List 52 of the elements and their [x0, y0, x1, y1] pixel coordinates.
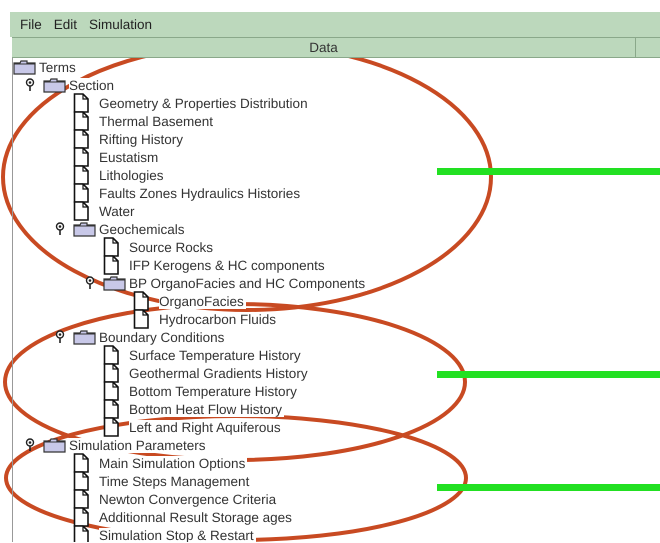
document-icon — [133, 291, 150, 311]
menu-item[interactable]: File — [20, 17, 42, 32]
document-icon — [73, 507, 90, 527]
tree-item[interactable]: IFP Kerogens & HC components — [129, 258, 327, 272]
document-icon — [73, 93, 90, 113]
document-icon — [73, 111, 90, 131]
tree-item[interactable]: Lithologies — [99, 168, 166, 182]
tree-item[interactable]: Geometry & Properties Distribution — [99, 96, 310, 110]
menu-item[interactable]: Edit — [54, 17, 78, 32]
tree-item[interactable]: Hydrocarbon Fluids — [159, 312, 278, 326]
tree-item[interactable]: Source Rocks — [129, 240, 216, 254]
document-icon — [73, 489, 90, 509]
tree-item[interactable]: Bottom Temperature History — [129, 384, 299, 398]
tree-item[interactable]: Time Steps Management — [99, 474, 252, 488]
folder-icon — [13, 59, 36, 75]
tree-item[interactable]: Geothermal Gradients History — [129, 366, 310, 380]
tree-item[interactable]: Water — [99, 204, 137, 218]
document-icon — [133, 309, 150, 329]
tree-item[interactable]: OrganoFacies — [159, 294, 246, 308]
document-icon — [73, 147, 90, 167]
folder-icon — [43, 77, 66, 93]
document-icon — [103, 399, 120, 419]
tree-item[interactable]: Terms — [39, 60, 78, 74]
tree-item[interactable]: Simulation Stop & Restart — [99, 528, 256, 542]
document-icon — [73, 525, 90, 542]
document-icon — [103, 363, 120, 383]
tree-item[interactable]: Thermal Basement — [99, 114, 216, 128]
tree-item[interactable]: Bottom Heat Flow History — [129, 402, 284, 416]
document-icon — [73, 453, 90, 473]
tree-item[interactable]: Newton Convergence Criteria — [99, 492, 278, 506]
menu-item[interactable]: Simulation — [89, 17, 152, 32]
document-icon — [73, 129, 90, 149]
tree-item[interactable]: Eustatism — [99, 150, 160, 164]
document-icon — [73, 471, 90, 491]
document-icon — [103, 255, 120, 275]
folder-icon — [103, 275, 126, 291]
document-icon — [103, 345, 120, 365]
tree-item[interactable]: Faults Zones Hydraulics Histories — [99, 186, 302, 200]
document-icon — [103, 237, 120, 257]
folder-icon — [73, 221, 96, 237]
tree-item[interactable]: Additionnal Result Storage ages — [99, 510, 294, 524]
folder-icon — [73, 329, 96, 345]
tree-item[interactable]: Main Simulation Options — [99, 456, 248, 470]
tree-item[interactable]: Surface Temperature History — [129, 348, 303, 362]
document-icon — [103, 381, 120, 401]
document-icon — [73, 201, 90, 221]
folder-icon — [43, 437, 66, 453]
document-icon — [103, 417, 120, 437]
document-icon — [73, 183, 90, 203]
tree-item[interactable]: Left and Right Aquiferous — [129, 420, 283, 434]
document-icon — [73, 165, 90, 185]
tree-item[interactable]: Rifting History — [99, 132, 186, 146]
